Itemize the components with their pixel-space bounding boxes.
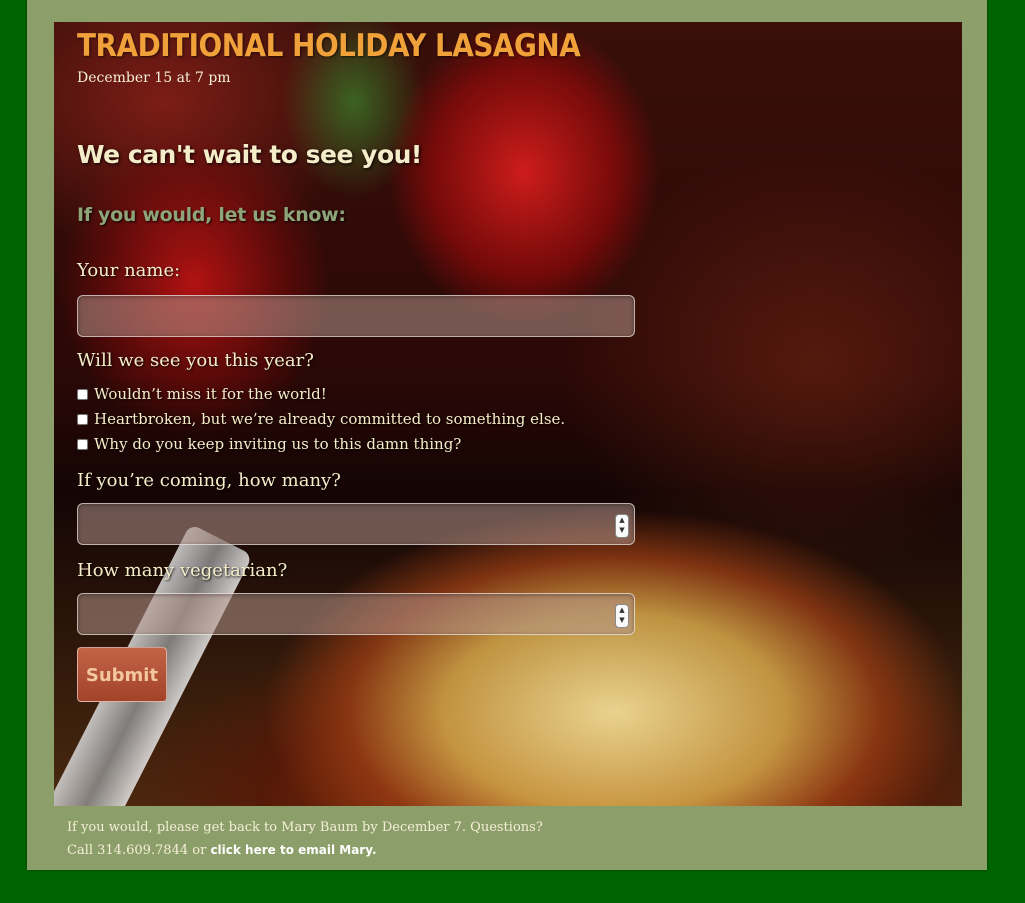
vegetarian-count-label: How many vegetarian? (77, 560, 288, 581)
attendance-option-committed[interactable]: Heartbroken, but we’re already committed… (77, 410, 565, 428)
form-prompt: If you would, let us know: (77, 204, 346, 226)
name-input[interactable] (77, 295, 635, 337)
guest-count-label: If you’re coming, how many? (77, 470, 341, 491)
option-label: Why do you keep inviting us to this damn… (94, 435, 462, 453)
number-stepper-icon[interactable]: ▲ ▼ (615, 514, 629, 538)
vegetarian-count-input[interactable]: ▲ ▼ (77, 593, 635, 635)
event-title: TRADITIONAL HOLIDAY LASAGNA (77, 28, 581, 64)
page-container: TRADITIONAL HOLIDAY LASAGNA December 15 … (27, 0, 987, 870)
email-link[interactable]: click here to email Mary. (210, 843, 376, 857)
checkbox[interactable] (77, 413, 88, 425)
welcome-heading: We can't wait to see you! (77, 140, 422, 169)
event-date: December 15 at 7 pm (77, 70, 231, 86)
footer-phone-text: Call 314.609.7844 or (67, 843, 207, 858)
checkbox[interactable] (77, 438, 88, 450)
attendance-option-yes[interactable]: Wouldn’t miss it for the world! (77, 385, 327, 403)
name-label: Your name: (77, 260, 181, 281)
option-label: Heartbroken, but we’re already committed… (94, 410, 566, 428)
footer-line-2: Call 314.609.7844 or click here to email… (67, 839, 543, 862)
number-stepper-icon[interactable]: ▲ ▼ (615, 604, 629, 628)
footer-line-1: If you would, please get back to Mary Ba… (67, 820, 543, 835)
guest-count-input[interactable]: ▲ ▼ (77, 503, 635, 545)
hero-image-panel: TRADITIONAL HOLIDAY LASAGNA December 15 … (54, 22, 962, 806)
checkbox[interactable] (77, 388, 88, 400)
option-label: Wouldn’t miss it for the world! (94, 385, 327, 403)
footer: If you would, please get back to Mary Ba… (67, 817, 543, 862)
attendance-option-why[interactable]: Why do you keep inviting us to this damn… (77, 435, 461, 453)
attendance-label: Will we see you this year? (77, 350, 314, 371)
submit-button[interactable]: Submit (77, 647, 167, 702)
